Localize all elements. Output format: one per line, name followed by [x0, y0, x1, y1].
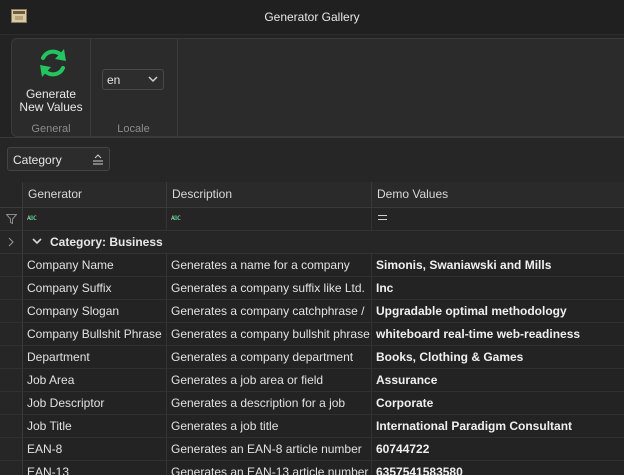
table-row[interactable]: Company Suffix Generates a company suffix…	[0, 277, 624, 300]
cell-generator[interactable]: Job Descriptor	[23, 392, 167, 414]
equals-filter-icon[interactable]	[378, 215, 387, 220]
text-filter-icon[interactable]: ABC	[171, 215, 181, 223]
group-caption-general: General	[31, 123, 71, 135]
column-header-generator[interactable]: Generator	[23, 182, 167, 207]
cell-description[interactable]: Generates a name for a company	[167, 254, 372, 276]
cell-demo-value[interactable]: 6357541583580	[372, 461, 624, 475]
generate-button-label-line2: New Values	[19, 100, 83, 114]
cell-demo-value[interactable]: Books, Clothing & Games	[372, 346, 624, 368]
locale-value: en	[107, 73, 121, 87]
row-indicator-cell[interactable]	[0, 392, 23, 414]
row-indicator-cell[interactable]	[0, 461, 23, 475]
filter-cell-description[interactable]: ABC	[167, 208, 372, 230]
cell-description[interactable]: Generates a company suffix like Ltd.	[167, 277, 372, 299]
filter-icon	[6, 214, 17, 224]
row-indicator-cell[interactable]	[0, 323, 23, 345]
cell-description[interactable]: Generates a job area or field	[167, 369, 372, 391]
row-indicator-cell[interactable]	[0, 300, 23, 322]
window-title: Generator Gallery	[264, 10, 360, 24]
cell-description[interactable]: Generates a job title	[167, 415, 372, 437]
sort-ascending-icon[interactable]	[92, 154, 104, 165]
cell-demo-value[interactable]: Upgradable optimal methodology	[372, 300, 624, 322]
group-row-label: Category: Business	[50, 235, 163, 249]
locale-select[interactable]: en	[102, 69, 164, 90]
cell-description[interactable]: Generates a company bullshit phrase	[167, 323, 372, 345]
table-row[interactable]: EAN-13 Generates an EAN-13 article number…	[0, 461, 624, 475]
table-row[interactable]: Job Descriptor Generates a description fo…	[0, 392, 624, 415]
cell-generator[interactable]: Job Area	[23, 369, 167, 391]
table-row[interactable]: Job Area Generates a job area or field Ass…	[0, 369, 624, 392]
group-by-chip-category[interactable]: Category	[7, 147, 110, 171]
chevron-down-icon[interactable]	[32, 238, 42, 245]
header-indicator-cell	[0, 182, 23, 207]
cell-generator[interactable]: EAN-8	[23, 438, 167, 460]
table-row[interactable]: Department Generates a company department…	[0, 346, 624, 369]
table-row[interactable]: Company Slogan Generates a company catchp…	[0, 300, 624, 323]
refresh-icon	[40, 49, 66, 77]
cell-generator[interactable]: EAN-13	[23, 461, 167, 475]
filter-cell-demo-values[interactable]	[372, 208, 624, 230]
cell-generator[interactable]: Company Suffix	[23, 277, 167, 299]
column-header-description[interactable]: Description	[167, 182, 372, 207]
cell-description[interactable]: Generates a description for a job	[167, 392, 372, 414]
cell-generator[interactable]: Department	[23, 346, 167, 368]
cell-demo-value[interactable]: Corporate	[372, 392, 624, 414]
row-indicator-cell[interactable]	[0, 438, 23, 460]
cell-demo-value[interactable]: 60744722	[372, 438, 624, 460]
table-row[interactable]: EAN-8 Generates an EAN-8 article number 60…	[0, 438, 624, 461]
group-by-chip-label: Category	[13, 153, 62, 167]
group-caption-locale: Locale	[117, 123, 150, 135]
cell-generator[interactable]: Company Bullshit Phrase	[23, 323, 167, 345]
filter-row: ABC ABC	[0, 208, 624, 231]
ribbon-group-general: Generate New Values General	[12, 39, 91, 137]
cell-demo-value[interactable]: Assurance	[372, 369, 624, 391]
cell-demo-value[interactable]: Inc	[372, 277, 624, 299]
table-row[interactable]: Company Name Generates a name for a compa…	[0, 254, 624, 277]
ribbon-group-locale: en Locale	[90, 39, 178, 137]
row-indicator-cell[interactable]	[0, 277, 23, 299]
filter-indicator-cell	[0, 208, 23, 230]
filter-cell-generator[interactable]: ABC	[23, 208, 167, 230]
table-row[interactable]: Job Title Generates a job title Internatio…	[0, 415, 624, 438]
group-by-panel: Category	[0, 138, 624, 182]
grid-header-row: Generator Description Demo Values	[0, 182, 624, 208]
cell-description[interactable]: Generates a company department	[167, 346, 372, 368]
generate-new-values-button[interactable]: Generate New Values	[16, 43, 86, 119]
table-row[interactable]: Company Bullshit Phrase Generates a compa…	[0, 323, 624, 346]
group-row-indicator	[0, 231, 23, 253]
text-filter-icon[interactable]: ABC	[27, 215, 37, 223]
row-indicator-cell[interactable]	[0, 254, 23, 276]
data-grid: Generator Description Demo Values ABC AB…	[0, 182, 624, 475]
cell-demo-value[interactable]: International Paradigm Consultant	[372, 415, 624, 437]
group-row-business[interactable]: Category: Business	[0, 231, 624, 254]
cell-description[interactable]: Generates an EAN-8 article number	[167, 438, 372, 460]
cell-generator[interactable]: Job Title	[23, 415, 167, 437]
cell-generator[interactable]: Company Slogan	[23, 300, 167, 322]
ribbon: Generate New Values General en Locale	[11, 38, 624, 137]
row-indicator-cell[interactable]	[0, 415, 23, 437]
cell-demo-value[interactable]: Simonis, Swaniawski and Mills	[372, 254, 624, 276]
title-bar: Generator Gallery	[0, 0, 624, 35]
cell-description[interactable]: Generates a company catchphrase /	[167, 300, 372, 322]
row-indicator-cell[interactable]	[0, 369, 23, 391]
column-header-demo-values[interactable]: Demo Values	[372, 182, 624, 207]
cell-description[interactable]: Generates an EAN-13 article number	[167, 461, 372, 475]
row-indicator-cell[interactable]	[0, 346, 23, 368]
cell-demo-value[interactable]: whiteboard real-time web-readiness	[372, 323, 624, 345]
cell-generator[interactable]: Company Name	[23, 254, 167, 276]
row-indicator-arrow-icon	[8, 237, 14, 247]
chevron-down-icon	[148, 76, 158, 83]
generate-button-label: Generate New Values	[16, 88, 86, 114]
